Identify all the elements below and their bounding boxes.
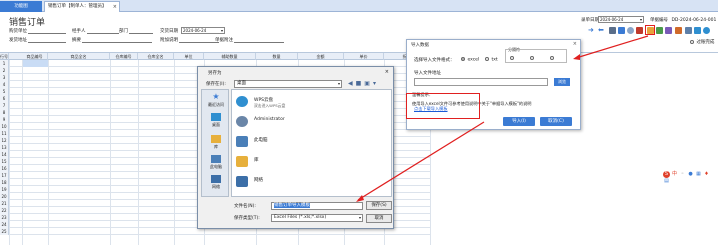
annotation-arrows [356,35,649,202]
arrowhead [573,54,580,60]
ime-logo-icon[interactable]: S [663,171,670,178]
ime-keyboard-icon[interactable]: ▦ [695,171,702,178]
arrow-to-import-dialog [575,35,649,59]
ime-menu-icon[interactable]: ▤ [663,178,670,185]
ime-punct-icon[interactable]: ◦ [679,171,686,178]
ime-skin-icon[interactable]: ♦ [703,171,710,178]
arrow-to-save-dialog [357,121,485,201]
ime-mic-icon[interactable]: ● [687,171,694,178]
arrowhead [356,195,364,202]
ime-mode-icon[interactable]: 中 [671,171,678,178]
ime-toolbar[interactable]: S 中 ◦ ● ▦ ♦ ▤ [663,171,718,184]
